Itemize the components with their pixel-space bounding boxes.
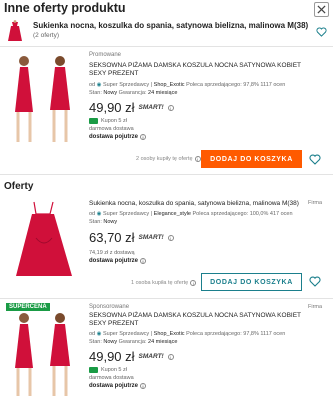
bought-text: 1 osoba kupiła tę ofertę bbox=[131, 280, 189, 286]
seller-badge: Super Sprzedawcy bbox=[103, 211, 150, 217]
seller-line: od ◉ Super Sprzedawcy | Shop_Exotic Pole… bbox=[89, 82, 286, 88]
shipping-info: dostawa pojutrze i bbox=[89, 258, 311, 264]
section-title: Oferty bbox=[4, 181, 34, 192]
state-value: Nowy bbox=[103, 219, 118, 225]
coupon-row: Kupon 5 zł bbox=[89, 118, 311, 124]
warranty-label: Gwarancja: bbox=[118, 90, 147, 96]
state-label: Stan: bbox=[89, 90, 102, 96]
warranty-label: Gwarancja: bbox=[118, 339, 147, 345]
offer-title[interactable]: SEKSOWNA PIŻAMA DAMSKA KOSZULA NOCNA SAT… bbox=[89, 312, 311, 328]
product-header: Sukienka nocna, koszulka do spania, saty… bbox=[0, 18, 333, 46]
warranty-value: 24 miesiące bbox=[148, 90, 178, 96]
shipping-text: dostawa pojutrze bbox=[89, 383, 139, 389]
state-value: Nowy bbox=[103, 339, 118, 345]
state-value: Nowy bbox=[103, 90, 118, 96]
smart-badge: SMART! bbox=[138, 234, 164, 241]
close-icon bbox=[317, 5, 326, 14]
seller-reviews: 1117 ocen bbox=[260, 331, 286, 337]
shipping-info: dostawa pojutrze i bbox=[89, 383, 311, 389]
offer-image[interactable] bbox=[6, 198, 82, 278]
dialog-title: Inne oferty produktu bbox=[4, 1, 126, 15]
product-name: Sukienka nocna, koszulka do spania, saty… bbox=[33, 21, 309, 30]
seller-recommend: Poleca sprzedającego: 100,0% bbox=[192, 211, 269, 217]
super-seller-icon: ◉ bbox=[96, 331, 102, 337]
promoted-label: Promowane bbox=[89, 52, 122, 58]
close-button[interactable] bbox=[314, 2, 329, 17]
offer-title[interactable]: SEKSOWNA PIŻAMA DAMSKA KOSZULA NOCNA SAT… bbox=[89, 62, 311, 78]
offer-price: 49,90 zł bbox=[89, 100, 135, 115]
smart-badge: SMART! bbox=[138, 104, 164, 111]
info-icon[interactable]: i bbox=[140, 383, 147, 389]
supercena-badge: SUPERCENA bbox=[6, 303, 50, 311]
state-line: Stan: Nowy Gwarancja: 24 miesiące bbox=[89, 90, 311, 96]
offer-price: 63,70 zł bbox=[89, 230, 135, 245]
seller-prefix: od bbox=[89, 211, 96, 217]
dialog-header: Inne oferty produktu bbox=[0, 0, 333, 18]
info-icon[interactable]: i bbox=[140, 258, 147, 264]
offer-card: Promowane SEKSOWNA PIŻAMA DAMSKA KOSZULA… bbox=[0, 48, 333, 172]
seller-badge: Super Sprzedawcy bbox=[103, 82, 150, 88]
seller-line: od ◉ Super Sprzedawcy | Shop_Exotic Pole… bbox=[89, 331, 286, 337]
sponsored-label: Sponsorowane bbox=[89, 304, 130, 310]
heart-icon[interactable] bbox=[309, 154, 321, 165]
seller-name[interactable]: Shop_Exotic bbox=[154, 82, 185, 88]
shipping-text: dostawa pojutrze bbox=[89, 258, 139, 264]
shipping-info: dostawa pojutrze i bbox=[89, 134, 311, 140]
coupon-icon bbox=[89, 118, 98, 124]
seller-recommend: Poleca sprzedającego: 97,8% bbox=[186, 331, 259, 337]
bought-count: 2 osoby kupiły tę ofertę i bbox=[136, 156, 201, 162]
seller-prefix: od bbox=[89, 331, 96, 337]
add-to-cart-button[interactable]: DODAJ DO KOSZYKA bbox=[201, 273, 302, 291]
info-icon[interactable]: i bbox=[167, 234, 174, 241]
offer-image[interactable] bbox=[6, 312, 82, 398]
coupon-row: Kupon 5 zł bbox=[89, 367, 311, 373]
seller-prefix: od bbox=[89, 82, 96, 88]
offer-title[interactable]: Sukienka nocna, koszulka do spania, saty… bbox=[89, 200, 311, 208]
super-seller-icon: ◉ bbox=[96, 211, 102, 217]
state-line: Stan: Nowy Gwarancja: 24 miesiące bbox=[89, 339, 311, 345]
smart-badge: SMART! bbox=[138, 353, 164, 360]
coupon-text: Kupon 5 zł bbox=[101, 367, 127, 373]
offer-image[interactable] bbox=[6, 52, 82, 148]
state-line: Stan: Nowy bbox=[89, 219, 311, 225]
info-icon[interactable]: i bbox=[190, 280, 197, 286]
offer-card: SUPERCENA Firma Sponsorowane SEKSOWNA PI… bbox=[0, 300, 333, 400]
seller-name[interactable]: Elegance_style bbox=[154, 211, 191, 217]
seller-name[interactable]: Shop_Exotic bbox=[154, 331, 185, 337]
delivery-price: 74,19 zł z dostawą bbox=[89, 250, 135, 256]
coupon-icon bbox=[89, 367, 98, 373]
coupon-text: Kupon 5 zł bbox=[101, 118, 127, 124]
price-row: 49,90 zł SMART! i bbox=[89, 100, 311, 115]
free-delivery: darmowa dostawa bbox=[89, 126, 134, 132]
seller-badge: Super Sprzedawcy bbox=[103, 331, 150, 337]
offer-price: 49,90 zł bbox=[89, 349, 135, 364]
info-icon[interactable]: i bbox=[194, 156, 201, 162]
state-label: Stan: bbox=[89, 339, 102, 345]
warranty-value: 24 miesiące bbox=[148, 339, 178, 345]
divider bbox=[0, 298, 333, 299]
seller-line: od ◉ Super Sprzedawcy | Elegance_style P… bbox=[89, 211, 293, 217]
info-icon[interactable]: i bbox=[167, 104, 174, 111]
bought-text: 2 osoby kupiły tę ofertę bbox=[136, 156, 193, 162]
price-row: 49,90 zł SMART! i bbox=[89, 349, 311, 364]
price-row: 63,70 zł SMART! i bbox=[89, 230, 311, 245]
seller-reviews: 1117 ocen bbox=[260, 82, 286, 88]
heart-icon[interactable] bbox=[309, 276, 321, 287]
info-icon[interactable]: i bbox=[167, 353, 174, 360]
offer-card: Firma Sukienka nocna, koszulka do spania… bbox=[0, 196, 333, 296]
seller-recommend: Poleca sprzedającego: 97,8% bbox=[186, 82, 259, 88]
bought-count: 1 osoba kupiła tę ofertę i bbox=[131, 280, 197, 286]
state-label: Stan: bbox=[89, 219, 102, 225]
free-delivery: darmowa dostawa bbox=[89, 375, 134, 381]
seller-reviews: 417 ocen bbox=[269, 211, 293, 217]
divider bbox=[0, 46, 333, 47]
info-icon[interactable]: i bbox=[140, 134, 147, 140]
product-thumbnail bbox=[8, 20, 22, 41]
offers-count: (2 oferty) bbox=[33, 32, 60, 39]
add-to-cart-button[interactable]: DODAJ DO KOSZYKA bbox=[201, 150, 302, 168]
super-seller-icon: ◉ bbox=[96, 82, 102, 88]
divider bbox=[0, 174, 333, 175]
shipping-text: dostawa pojutrze bbox=[89, 134, 139, 140]
heart-icon[interactable] bbox=[316, 27, 327, 37]
